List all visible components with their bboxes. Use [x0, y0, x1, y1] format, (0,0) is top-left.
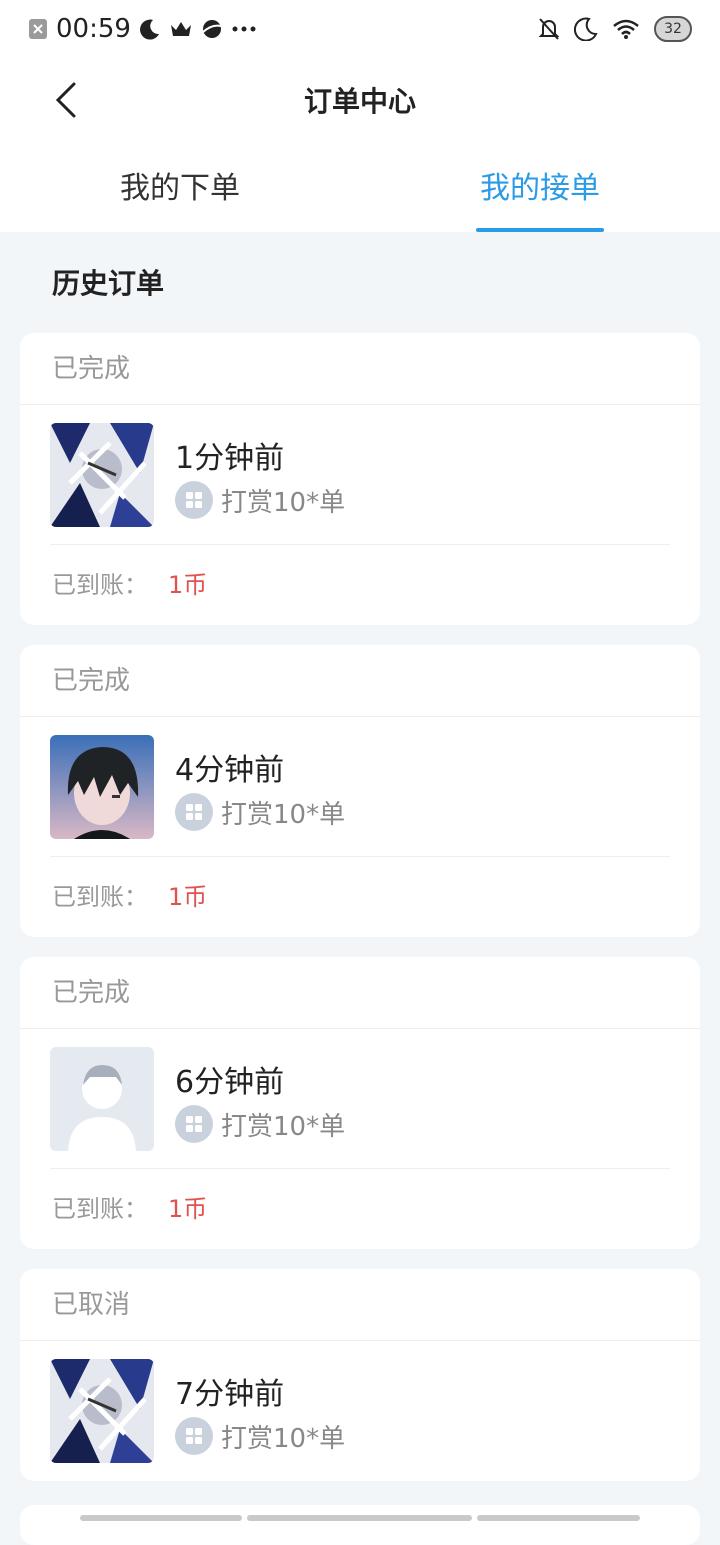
order-desc-row: 打赏10*单 — [175, 793, 345, 831]
order-time: 6分钟前 — [175, 1065, 285, 1100]
navigation-bar: 订单中心 — [0, 58, 720, 146]
order-card[interactable]: 已完成 4分钟前 打赏10*单 已到账： 1币 — [20, 645, 700, 937]
grid-icon — [175, 1417, 213, 1455]
status-time: 00:59 — [56, 14, 131, 44]
battery-icon: 32 — [654, 16, 692, 42]
divider — [50, 544, 670, 545]
amount: 1币 — [168, 1195, 208, 1223]
order-footer: 已到账： 1币 — [20, 1169, 700, 1249]
order-desc: 打赏10*单 — [221, 487, 346, 518]
order-card[interactable]: 已完成 6分钟前 打赏10*单 已到账： 1币 — [20, 957, 700, 1249]
order-list: 已完成 1分钟前 打赏10*单 已到账： 1币 已完成 4分钟前 打赏10*单 … — [20, 333, 700, 1501]
divider — [50, 1168, 670, 1169]
order-footer: 已到账： 1币 — [20, 857, 700, 937]
order-body: 6分钟前 打赏10*单 — [20, 1029, 700, 1169]
amount: 1币 — [168, 883, 208, 911]
status-right: 32 — [538, 16, 692, 42]
order-footer: 已到账： 1币 — [20, 545, 700, 625]
more-dots-icon — [231, 25, 257, 33]
tab-label: 我的接单 — [480, 171, 600, 206]
planet-icon — [201, 18, 223, 40]
order-body: 7分钟前 打赏10*单 — [20, 1341, 700, 1481]
order-time: 4分钟前 — [175, 753, 285, 788]
scroll-hint-bar — [247, 1515, 472, 1521]
avatar[interactable] — [50, 1359, 154, 1463]
tab-my-orders[interactable]: 我的下单 — [0, 146, 360, 232]
order-time: 1分钟前 — [175, 441, 285, 476]
order-body: 4分钟前 打赏10*单 — [20, 717, 700, 857]
moon-icon — [139, 18, 161, 40]
scroll-hint-bar — [80, 1515, 242, 1521]
received-label: 已到账： — [52, 883, 148, 911]
section-title: 历史订单 — [52, 267, 165, 300]
order-status: 已完成 — [20, 333, 700, 405]
order-card-partial — [20, 1505, 700, 1545]
wifi-icon — [612, 18, 640, 40]
order-desc-row: 打赏10*单 — [175, 1417, 345, 1455]
received-label: 已到账： — [52, 1195, 148, 1223]
order-status: 已完成 — [20, 957, 700, 1029]
order-desc-row: 打赏10*单 — [175, 481, 345, 519]
grid-icon — [175, 1105, 213, 1143]
tab-label: 我的下单 — [120, 171, 240, 206]
close-box-icon — [28, 18, 48, 40]
amount: 1币 — [168, 571, 208, 599]
order-desc: 打赏10*单 — [221, 799, 346, 830]
order-card[interactable]: 已取消 7分钟前 打赏10*单 — [20, 1269, 700, 1481]
active-tab-indicator — [476, 228, 604, 232]
received-label: 已到账： — [52, 571, 148, 599]
tab-bar: 我的下单 我的接单 — [0, 146, 720, 232]
default-avatar-icon[interactable] — [50, 1047, 154, 1151]
status-left: 00:59 — [28, 14, 257, 44]
avatar[interactable] — [50, 423, 154, 527]
order-status: 已完成 — [20, 645, 700, 717]
moon-icon — [574, 17, 598, 41]
page-title: 订单中心 — [303, 85, 416, 118]
order-desc-row: 打赏10*单 — [175, 1105, 345, 1143]
tab-my-accepted[interactable]: 我的接单 — [360, 146, 720, 232]
order-desc: 打赏10*单 — [221, 1423, 346, 1454]
order-status: 已取消 — [20, 1269, 700, 1341]
order-time: 7分钟前 — [175, 1377, 285, 1412]
status-bar: 00:59 32 — [0, 0, 720, 58]
order-card[interactable]: 已完成 1分钟前 打赏10*单 已到账： 1币 — [20, 333, 700, 625]
scroll-hint-bar — [477, 1515, 640, 1521]
avatar[interactable] — [50, 735, 154, 839]
order-desc: 打赏10*单 — [221, 1111, 346, 1142]
order-body: 1分钟前 打赏10*单 — [20, 405, 700, 545]
grid-icon — [175, 481, 213, 519]
divider — [50, 856, 670, 857]
crown-icon — [169, 19, 193, 39]
grid-icon — [175, 793, 213, 831]
bell-off-icon — [538, 17, 560, 41]
